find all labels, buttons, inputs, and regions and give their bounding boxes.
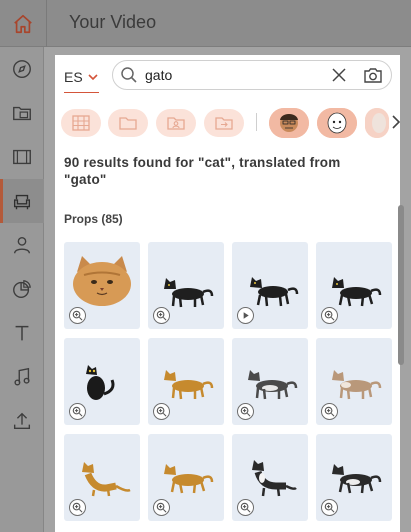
camera-icon[interactable] [363, 66, 383, 84]
character-chip-partial[interactable] [365, 108, 389, 138]
prop-tile[interactable] [316, 338, 392, 425]
prop-tile[interactable] [148, 242, 224, 329]
zoom-badge[interactable] [69, 499, 86, 516]
zoom-in-icon [72, 502, 83, 513]
compass-icon [13, 60, 31, 78]
rail-item-props[interactable] [0, 179, 44, 223]
top-bar: Your Video [0, 0, 411, 47]
prop-tile[interactable] [64, 338, 140, 425]
folder-icon [119, 117, 137, 130]
text-icon [15, 325, 29, 341]
zoom-in-icon [324, 502, 335, 513]
export-folder-icon [215, 117, 233, 130]
character-chip-ghost[interactable] [317, 108, 357, 138]
zoom-in-icon [324, 406, 335, 417]
character-ghost-icon [317, 108, 357, 138]
play-badge[interactable] [237, 307, 254, 324]
rail-item-text[interactable] [0, 311, 44, 355]
search-icon [121, 67, 137, 83]
results-summary: 90 results found for "cat", translated f… [64, 155, 341, 187]
chevron-down-icon [88, 74, 98, 81]
zoom-badge[interactable] [69, 403, 86, 420]
play-icon [243, 312, 249, 319]
rail-item-music[interactable] [0, 355, 44, 399]
zoom-in-icon [240, 502, 251, 513]
zoom-badge[interactable] [321, 499, 338, 516]
media-folder-icon [13, 106, 31, 121]
rail-item-upload[interactable] [0, 399, 44, 443]
prop-tile[interactable] [232, 338, 308, 425]
character-chip-man[interactable] [269, 108, 309, 138]
filter-my-uploads-button[interactable] [156, 109, 196, 137]
character-partial-icon [365, 108, 389, 138]
zoom-badge[interactable] [153, 307, 170, 324]
zoom-badge[interactable] [69, 307, 86, 324]
grid-icon [72, 115, 90, 131]
filter-divider [256, 113, 257, 131]
language-select[interactable]: ES [64, 67, 99, 93]
zoom-in-icon [72, 406, 83, 417]
zoom-badge[interactable] [321, 403, 338, 420]
chevron-right-icon[interactable] [391, 114, 400, 130]
prop-tile[interactable] [64, 242, 140, 329]
language-code: ES [64, 69, 83, 85]
left-rail [0, 47, 44, 532]
page-title: Your Video [69, 12, 157, 32]
home-button[interactable] [0, 0, 47, 47]
search-input[interactable] [145, 65, 325, 85]
person-icon [13, 236, 31, 254]
filter-all-button[interactable] [61, 109, 101, 137]
rail-item-media[interactable] [0, 91, 44, 135]
zoom-in-icon [324, 310, 335, 321]
zoom-badge[interactable] [321, 307, 338, 324]
prop-tile[interactable] [232, 242, 308, 329]
film-icon [13, 149, 31, 165]
zoom-in-icon [72, 310, 83, 321]
zoom-badge[interactable] [237, 403, 254, 420]
panel-scrollbar[interactable] [398, 205, 404, 365]
library-panel: ES gato 90 results found for "cat", tran… [55, 55, 400, 532]
user-folder-icon [167, 117, 185, 130]
search-box [112, 60, 392, 90]
zoom-badge[interactable] [153, 499, 170, 516]
rail-item-video[interactable] [0, 135, 44, 179]
close-icon[interactable] [331, 67, 347, 83]
upload-icon [13, 412, 31, 430]
prop-tile[interactable] [232, 434, 308, 521]
chart-pie-icon [13, 280, 31, 298]
zoom-badge[interactable] [237, 499, 254, 516]
rail-item-charts[interactable] [0, 267, 44, 311]
prop-tile[interactable] [64, 434, 140, 521]
music-note-icon [14, 367, 30, 386]
rail-item-scenes[interactable] [0, 47, 44, 91]
home-icon [14, 14, 32, 33]
armchair-icon [13, 194, 31, 210]
filter-folder-button[interactable] [108, 109, 148, 137]
zoom-in-icon [156, 502, 167, 513]
prop-tile[interactable] [316, 434, 392, 521]
rail-item-characters[interactable] [0, 223, 44, 267]
section-title-props: Props (85) [64, 212, 123, 226]
zoom-in-icon [156, 406, 167, 417]
zoom-in-icon [156, 310, 167, 321]
filter-shared-button[interactable] [204, 109, 244, 137]
filter-bar [55, 105, 400, 139]
prop-tile[interactable] [148, 434, 224, 521]
character-man-icon [269, 108, 309, 138]
zoom-badge[interactable] [153, 403, 170, 420]
prop-tile[interactable] [148, 338, 224, 425]
zoom-in-icon [240, 406, 251, 417]
prop-tile[interactable] [316, 242, 392, 329]
